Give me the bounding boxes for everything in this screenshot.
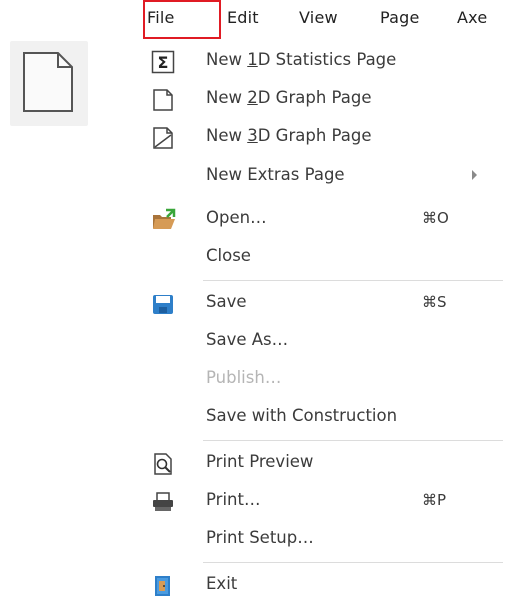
printer-icon [151,490,175,514]
menu-item-save-with-construction[interactable]: Save with Construction [137,400,505,436]
print-preview-icon [151,452,175,476]
page-3d-icon [151,126,175,150]
menu-axes-label: Axe [457,8,488,27]
menu-item-new-extras-page[interactable]: New Extras Page [137,159,505,195]
menu-file-label: File [147,8,175,27]
menu-item-label: Print Setup… [206,528,314,547]
page-2d-icon [151,88,175,112]
menu-file[interactable]: File [147,8,175,27]
menu-separator [203,562,503,563]
menu-item-label: New 3D Graph Page [206,126,372,145]
shortcut-text: ⌘S [422,293,447,311]
menu-item-label: Save As… [206,330,289,349]
menu-item-open[interactable]: Open… ⌘O [137,202,505,238]
menu-page[interactable]: Page [380,8,420,27]
exit-door-icon [151,574,175,598]
menu-item-new-1d-statistics-page[interactable]: Σ New 1D Statistics Page [137,44,505,80]
menu-edit[interactable]: Edit [227,8,259,27]
save-disk-icon [151,292,175,316]
menu-item-close[interactable]: Close [137,240,505,276]
menu-item-label: Publish… [206,368,282,387]
blank-page-icon [23,52,73,112]
page-thumbnail[interactable] [10,41,88,126]
menu-item-label: New 2D Graph Page [206,88,372,107]
menu-item-save-as[interactable]: Save As… [137,324,505,360]
svg-text:Σ: Σ [158,53,169,72]
menu-axes[interactable]: Axe [457,8,487,27]
menu-view-label: View [299,8,338,27]
menu-item-new-2d-graph-page[interactable]: New 2D Graph Page [137,82,505,118]
menu-item-label: Save [206,292,247,311]
menu-item-publish: Publish… [137,362,505,398]
menu-item-label: Print… [206,490,261,509]
menu-item-print-preview[interactable]: Print Preview [137,446,505,482]
menu-view[interactable]: View [299,8,338,27]
menu-item-label: Save with Construction [206,406,398,425]
menu-separator [203,440,503,441]
submenu-arrow-icon [472,170,477,180]
file-menu-dropdown: Σ New 1D Statistics Page New 2D Graph Pa… [137,42,505,606]
menu-separator [203,280,503,281]
menu-item-save[interactable]: Save ⌘S [137,286,505,322]
menu-item-print-setup[interactable]: Print Setup… [137,522,505,558]
menu-item-print[interactable]: Print… ⌘P [137,484,505,520]
shortcut-text: ⌘P [422,491,447,509]
menu-edit-label: Edit [227,8,259,27]
shortcut-text: ⌘O [422,209,449,227]
open-folder-icon [151,208,176,232]
sigma-icon: Σ [151,50,175,74]
menu-item-label: New Extras Page [206,165,345,184]
menu-item-new-3d-graph-page[interactable]: New 3D Graph Page [137,120,505,156]
menu-item-label: Close [206,246,251,265]
menu-page-label: Page [380,8,420,27]
menu-item-label: Open… [206,208,267,227]
menu-item-label: New 1D Statistics Page [206,50,397,69]
menu-item-label: Exit [206,574,238,593]
menu-item-exit[interactable]: Exit [137,568,505,604]
menu-item-label: Print Preview [206,452,314,471]
menu-bar: File Edit View Page Axe [137,0,505,42]
